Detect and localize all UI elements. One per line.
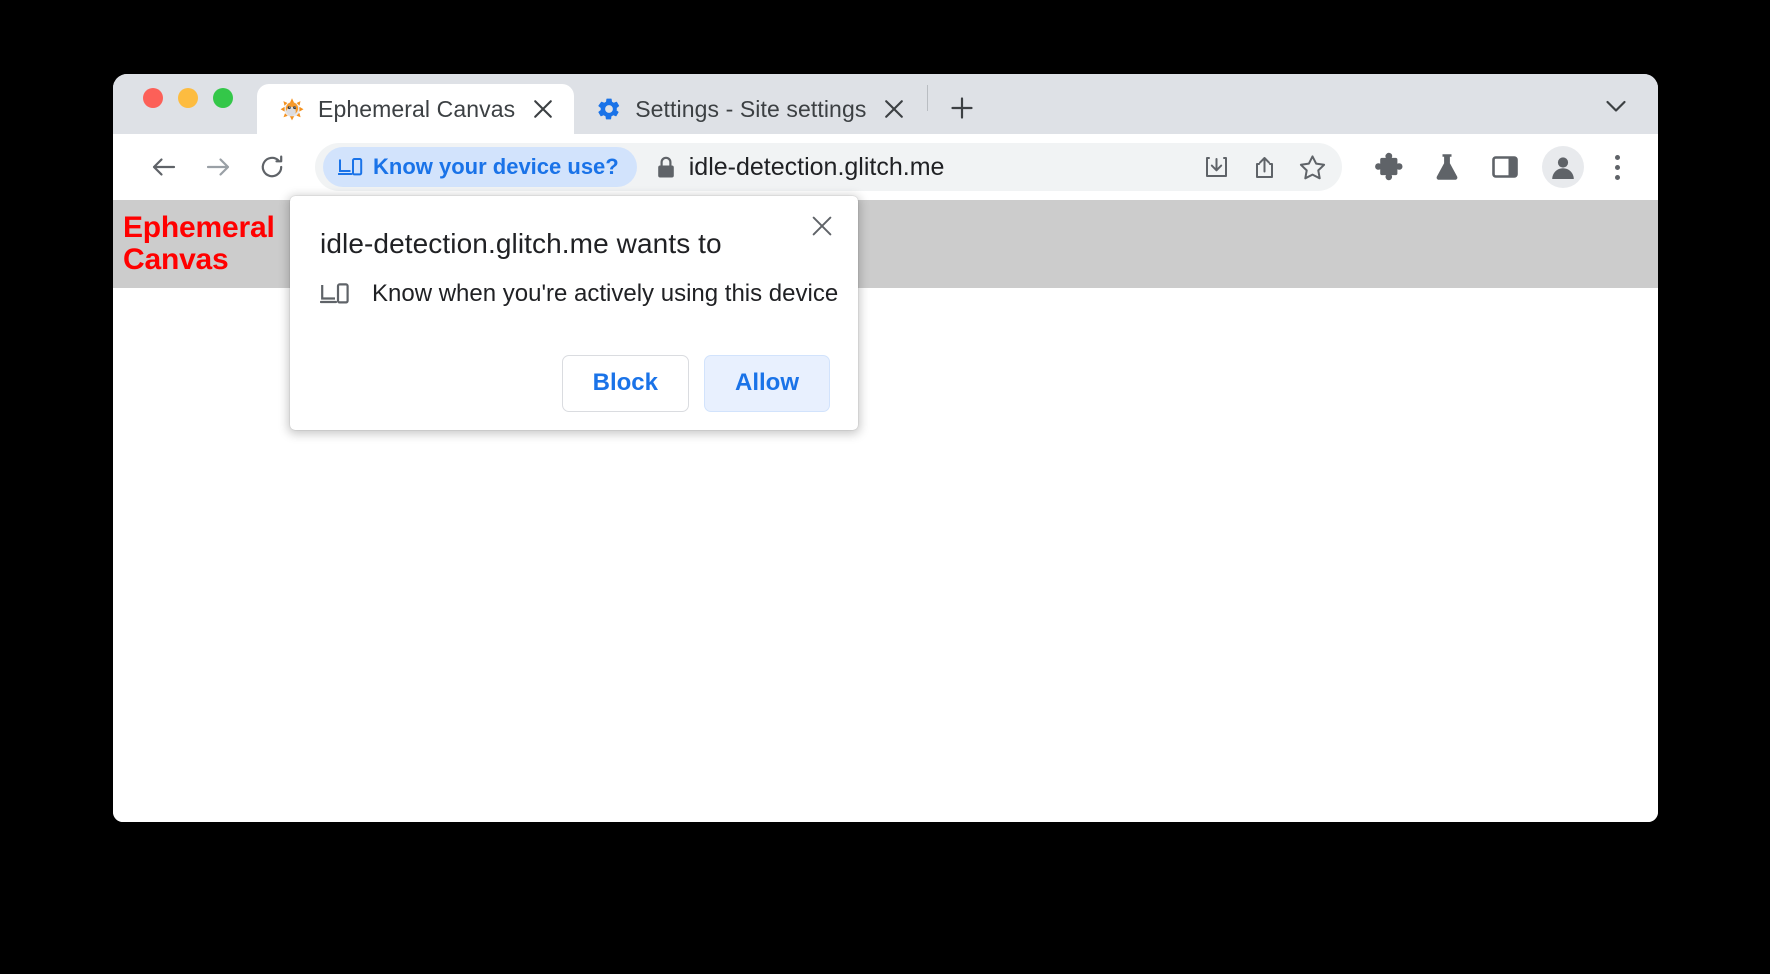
permission-dialog-actions: Block Allow <box>561 355 830 412</box>
share-icon[interactable] <box>1240 143 1288 191</box>
device-idle-icon <box>338 156 363 178</box>
allow-button[interactable]: Allow <box>704 355 830 412</box>
reload-button[interactable] <box>245 140 299 194</box>
three-dot-menu-icon[interactable] <box>1594 142 1640 192</box>
tab-title: Settings - Site settings <box>635 95 867 122</box>
bookmark-star-icon[interactable] <box>1288 143 1336 191</box>
permission-item-label: Know when you're actively using this dev… <box>372 280 839 307</box>
tab-separator <box>927 85 929 111</box>
permission-dialog-title: idle-detection.glitch.me wants to <box>320 228 722 259</box>
tab-close-button[interactable] <box>528 94 558 124</box>
install-app-icon[interactable] <box>1192 143 1240 191</box>
chip-label: Know your device use? <box>373 154 619 179</box>
close-icon[interactable] <box>802 206 842 246</box>
tab-settings-site-settings[interactable]: Settings - Site settings <box>574 84 925 134</box>
extensions-puzzle-icon[interactable] <box>1364 142 1414 192</box>
back-button[interactable] <box>137 140 191 194</box>
forward-button[interactable] <box>191 140 245 194</box>
side-panel-icon[interactable] <box>1480 142 1530 192</box>
url-text: idle-detection.glitch.me <box>688 152 945 181</box>
browser-window: Ephemeral Canvas Settings - Site setting… <box>113 74 1658 822</box>
permission-item: Know when you're actively using this dev… <box>320 280 838 308</box>
browser-toolbar: Know your device use? idle-detection.gli… <box>113 134 1658 200</box>
omnibox[interactable]: Know your device use? idle-detection.gli… <box>315 143 1342 191</box>
page-title: Ephemeral Canvas <box>123 210 275 276</box>
lock-icon[interactable] <box>643 155 689 180</box>
zoom-window-button[interactable] <box>213 88 233 108</box>
new-tab-button[interactable] <box>940 86 984 130</box>
experiments-flask-icon[interactable] <box>1422 142 1472 192</box>
block-button[interactable]: Block <box>561 355 689 412</box>
permission-dialog: idle-detection.glitch.me wants to Know w… <box>290 196 858 430</box>
gear-icon <box>596 96 622 122</box>
screenshot-root: Ephemeral Canvas Settings - Site setting… <box>0 0 1770 974</box>
tab-strip: Ephemeral Canvas Settings - Site setting… <box>113 74 1658 134</box>
tab-ephemeral-canvas[interactable]: Ephemeral Canvas <box>257 84 575 134</box>
chevron-down-icon[interactable] <box>1592 82 1640 130</box>
device-idle-icon <box>320 281 350 307</box>
close-window-button[interactable] <box>143 88 163 108</box>
idle-detection-permission-chip[interactable]: Know your device use? <box>323 147 637 187</box>
minimize-window-button[interactable] <box>178 88 198 108</box>
tab-title: Ephemeral Canvas <box>318 95 516 122</box>
tab-close-button[interactable] <box>879 94 909 124</box>
profile-avatar-icon[interactable] <box>1542 146 1584 188</box>
window-traffic-lights <box>135 74 257 134</box>
pufferfish-icon <box>279 96 305 122</box>
